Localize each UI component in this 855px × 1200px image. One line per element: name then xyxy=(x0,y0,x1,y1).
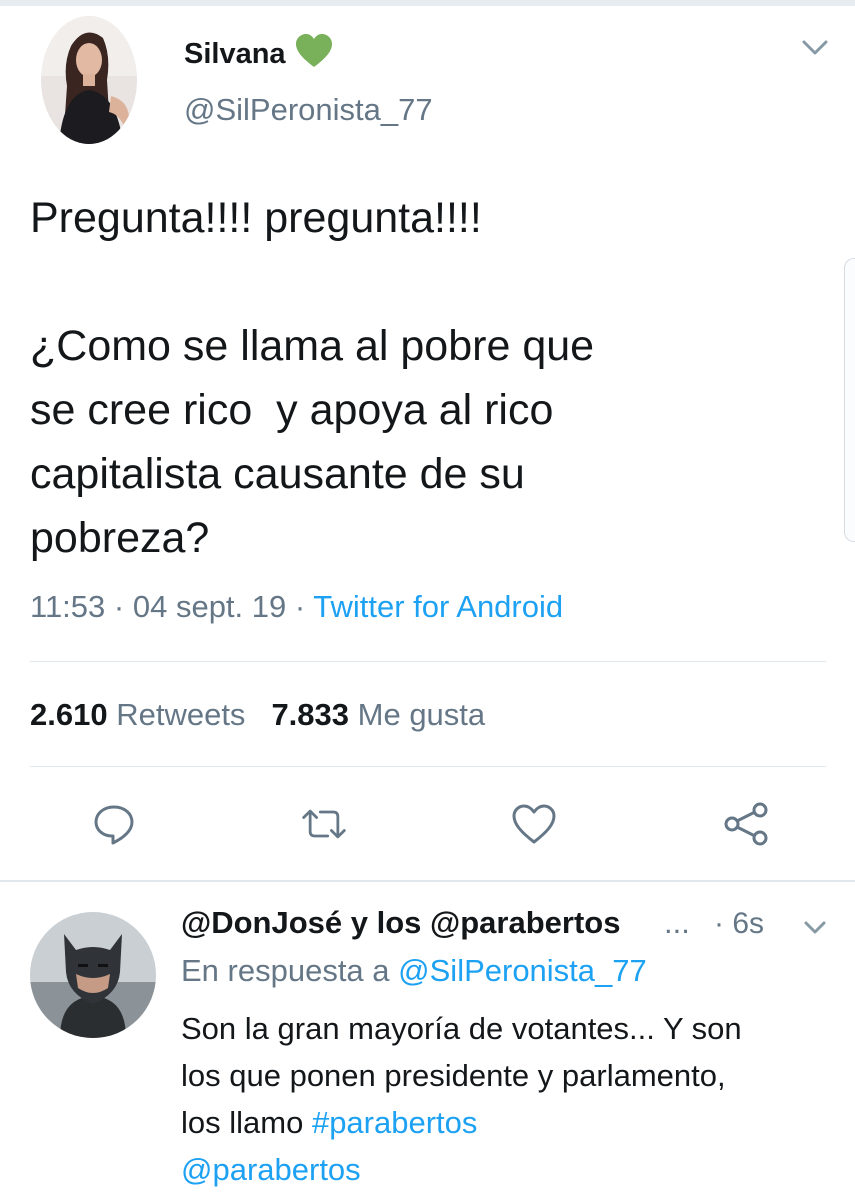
likes-count: 7.833 xyxy=(271,697,350,732)
like-icon[interactable] xyxy=(510,800,558,848)
reply-text-line: los llamo #parabertos xyxy=(181,1099,831,1146)
likes-label: Me gusta xyxy=(357,697,486,732)
top-divider xyxy=(0,0,855,6)
tweet-text: Pregunta!!!! pregunta!!!! ¿Como se llama… xyxy=(30,186,810,570)
tweet-text-line: ¿Como se llama al pobre que xyxy=(30,322,595,370)
reply-author-name[interactable]: @DonJosé y los @parabertos xyxy=(181,905,620,941)
retweets-count: 2.610 xyxy=(30,697,108,732)
retweet-icon[interactable] xyxy=(300,800,348,848)
tweet-text-line: capitalista causante de su xyxy=(30,450,525,498)
likes-stat[interactable]: 7.833 Me gusta xyxy=(271,697,485,732)
author-handle[interactable]: @SilPeronista_77 xyxy=(184,92,433,128)
tweet-text-line: se cree rico y apoya al rico xyxy=(30,386,554,434)
author-name-text: Silvana xyxy=(184,38,286,70)
tweet-time: 11:53 xyxy=(30,589,106,624)
in-reply-prefix: En respuesta a xyxy=(181,953,390,988)
tweet-text-line: Pregunta!!!! pregunta!!!! xyxy=(30,194,482,242)
tweet-meta: 11:53 · 04 sept. 19 · Twitter for Androi… xyxy=(30,589,563,625)
chevron-down-icon[interactable] xyxy=(801,38,829,58)
scroll-edge-handle[interactable] xyxy=(844,258,855,542)
mention-link[interactable]: @parabertos xyxy=(181,1146,831,1193)
meta-separator: · xyxy=(294,589,306,624)
reply-text-prefix: los llamo xyxy=(181,1105,304,1140)
reply-text: Son la gran mayoría de votantes... Y son… xyxy=(181,1005,831,1193)
tweet-stats: 2.610 Retweets 7.833 Me gusta xyxy=(30,697,485,733)
reply-avatar[interactable] xyxy=(30,912,156,1038)
reply-text-line: los que ponen presidente y parlamento, xyxy=(181,1058,726,1093)
author-name[interactable]: Silvana xyxy=(184,33,334,77)
reply-time: · 6s xyxy=(714,907,765,940)
reply-name-ellipsis: ... xyxy=(664,905,690,940)
divider xyxy=(30,661,826,662)
tweet-source-link[interactable]: Twitter for Android xyxy=(313,589,563,624)
chevron-down-icon[interactable] xyxy=(803,920,827,936)
divider xyxy=(30,766,826,767)
green-heart-icon xyxy=(294,33,334,77)
section-divider xyxy=(0,880,855,882)
hashtag-link[interactable]: #parabertos xyxy=(312,1105,477,1140)
reply-text-line: Son la gran mayoría de votantes... Y son xyxy=(181,1011,742,1046)
meta-separator: · xyxy=(113,589,125,624)
tweet-text-line: pobreza? xyxy=(30,514,210,562)
reply-icon[interactable] xyxy=(90,800,138,848)
retweets-label: Retweets xyxy=(116,697,246,732)
author-avatar[interactable] xyxy=(41,16,137,144)
share-icon[interactable] xyxy=(722,800,770,848)
tweet-date: 04 sept. 19 xyxy=(132,589,287,624)
in-reply-to: En respuesta a @SilPeronista_77 xyxy=(181,953,647,989)
retweets-stat[interactable]: 2.610 Retweets xyxy=(30,697,245,732)
in-reply-handle-link[interactable]: @SilPeronista_77 xyxy=(398,953,647,988)
